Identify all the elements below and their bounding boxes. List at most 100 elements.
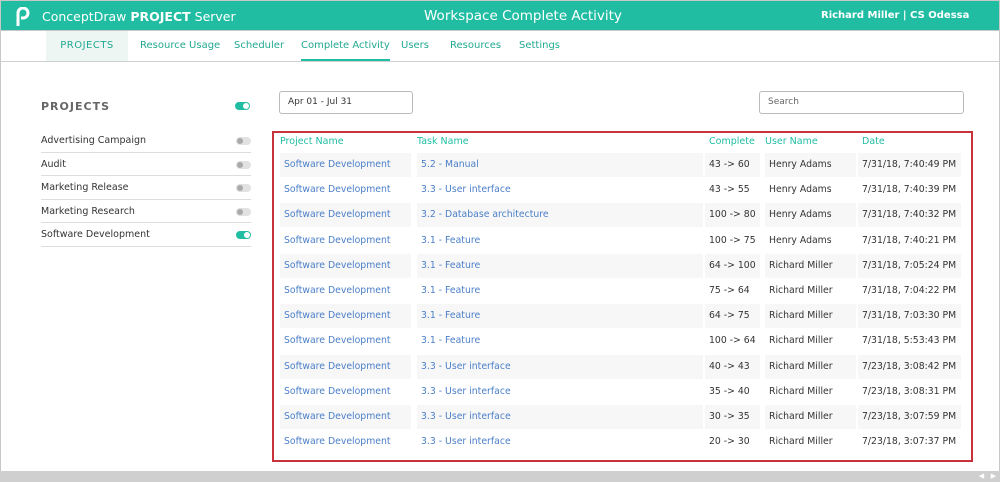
user-name: Richard Miller: [765, 405, 856, 429]
task-link[interactable]: 3.1 - Feature: [417, 253, 703, 278]
all-projects-toggle[interactable]: [235, 102, 250, 110]
project-link[interactable]: Software Development: [280, 153, 411, 177]
project-link[interactable]: Software Development: [280, 178, 411, 202]
complete-value: 40 -> 43: [705, 354, 760, 379]
complete-value: 35 -> 40: [709, 385, 750, 397]
tab-projects[interactable]: PROJECTS: [46, 31, 128, 61]
scroll-right-icon[interactable]: ▶: [988, 472, 999, 481]
project-item[interactable]: Software Development: [41, 223, 251, 247]
complete-value: 30 -> 35: [705, 405, 760, 429]
horizontal-scrollbar[interactable]: [0, 471, 1000, 482]
project-link[interactable]: Software Development: [280, 203, 411, 228]
project-link[interactable]: Software Development: [280, 304, 411, 329]
complete-value: 64 -> 75: [705, 304, 760, 329]
project-link[interactable]: Software Development: [280, 405, 411, 429]
user-name: Richard Miller: [769, 436, 833, 448]
user-info[interactable]: Richard Miller | CS Odessa: [821, 10, 969, 21]
project-toggle[interactable]: [236, 160, 251, 169]
col-user-name[interactable]: User Name: [765, 136, 818, 147]
project-item[interactable]: Marketing Release: [41, 176, 251, 200]
task-link[interactable]: 3.3 - User interface: [417, 405, 703, 429]
scroll-left-icon[interactable]: ◀: [976, 472, 987, 481]
date-range-input[interactable]: Apr 01 - Jul 31: [279, 91, 413, 114]
project-link[interactable]: Software Development: [280, 380, 411, 404]
complete-value: 100 -> 64: [709, 335, 756, 347]
task-link[interactable]: 3.2 - Database architecture: [417, 203, 703, 228]
complete-value: 100 -> 80: [705, 203, 760, 228]
top-bar: ConceptDraw PROJECT Server Workspace Com…: [0, 0, 1000, 31]
tab-scheduler[interactable]: Scheduler: [234, 31, 284, 61]
date-value: 7/31/18, 7:40:49 PM: [858, 153, 961, 177]
task-link[interactable]: 3.1 - Feature: [417, 304, 703, 329]
date-value: 7/31/18, 7:03:30 PM: [858, 304, 961, 329]
table-row: Software Development 3.1 - Feature 75 -> 6…: [280, 279, 963, 303]
tab-users[interactable]: Users: [401, 31, 429, 61]
task-link[interactable]: 3.1 - Feature: [417, 329, 703, 353]
date-value: 7/23/18, 3:08:31 PM: [862, 385, 957, 397]
project-link[interactable]: Software Development: [280, 253, 411, 278]
date-value: 7/31/18, 5:53:43 PM: [862, 335, 957, 347]
project-name: Advertising Campaign: [41, 135, 147, 146]
user-name: Richard Miller: [765, 354, 856, 379]
main-nav: PROJECTS Resource Usage Scheduler Comple…: [0, 31, 1000, 62]
tab-resources[interactable]: Resources: [450, 31, 501, 61]
task-link[interactable]: 3.3 - User interface: [417, 178, 703, 202]
complete-value: 75 -> 64: [709, 285, 750, 296]
table-row: Software Development 3.2 - Database archi…: [280, 203, 963, 228]
complete-value: 20 -> 30: [709, 436, 750, 448]
project-item[interactable]: Advertising Campaign: [41, 129, 251, 153]
table-row: Software Development 3.1 - Feature 64 -> 7…: [280, 304, 963, 329]
task-link[interactable]: 3.3 - User interface: [417, 380, 703, 404]
complete-value: 64 -> 100: [705, 253, 760, 278]
table-row: Software Development 5.2 - Manual 43 -> 60…: [280, 153, 963, 177]
project-name: Software Development: [41, 229, 150, 240]
date-value: 7/23/18, 3:07:59 PM: [858, 405, 961, 429]
task-link[interactable]: 3.1 - Feature: [417, 279, 703, 303]
project-toggle[interactable]: [236, 207, 251, 216]
user-name: Henry Adams: [765, 203, 856, 228]
tab-complete-activity[interactable]: Complete Activity: [301, 31, 390, 61]
task-link[interactable]: 3.3 - User interface: [417, 354, 703, 379]
user-name: Richard Miller: [769, 385, 833, 397]
user-name: Richard Miller: [769, 335, 833, 347]
project-toggle[interactable]: [236, 231, 251, 239]
search-input[interactable]: Search: [759, 91, 964, 114]
table-row: Software Development 3.3 - User interface…: [280, 178, 963, 202]
tab-resource-usage[interactable]: Resource Usage: [140, 31, 220, 61]
date-value: 7/31/18, 7:40:32 PM: [858, 203, 961, 228]
table-row: Software Development 3.1 - Feature 100 -> …: [280, 329, 963, 353]
col-project-name[interactable]: Project Name: [280, 136, 344, 147]
project-link[interactable]: Software Development: [280, 329, 411, 353]
brand-bold: PROJECT: [130, 9, 191, 24]
complete-value: 43 -> 60: [705, 153, 760, 177]
task-link[interactable]: 3.3 - User interface: [417, 430, 703, 454]
table-row: Software Development 3.1 - Feature 100 -> …: [280, 229, 963, 253]
table-row: Software Development 3.1 - Feature 64 -> 1…: [280, 253, 963, 278]
project-link[interactable]: Software Development: [280, 229, 411, 253]
project-toggle[interactable]: [236, 184, 251, 192]
complete-value: 100 -> 75: [709, 234, 756, 246]
table-row: Software Development 3.3 - User interface…: [280, 405, 963, 429]
project-link[interactable]: Software Development: [280, 354, 411, 379]
brand: ConceptDraw PROJECT Server: [42, 9, 236, 24]
tab-settings[interactable]: Settings: [519, 31, 560, 61]
table-row: Software Development 3.3 - User interface…: [280, 380, 963, 404]
task-link[interactable]: 5.2 - Manual: [417, 153, 703, 177]
task-link[interactable]: 3.1 - Feature: [417, 229, 703, 253]
project-name: Marketing Research: [41, 205, 135, 217]
project-item[interactable]: Audit: [41, 153, 251, 176]
project-link[interactable]: Software Development: [280, 430, 411, 454]
project-name: Marketing Release: [41, 182, 129, 193]
conceptdraw-logo-icon: [16, 7, 30, 26]
page-title: Workspace Complete Activity: [424, 8, 622, 24]
project-name: Audit: [41, 158, 66, 170]
col-task-name[interactable]: Task Name: [417, 136, 469, 147]
user-name: Richard Miller: [765, 253, 856, 278]
project-link[interactable]: Software Development: [280, 279, 411, 303]
project-item[interactable]: Marketing Research: [41, 200, 251, 223]
project-toggle[interactable]: [236, 137, 251, 145]
table-row: Software Development 3.3 - User interface…: [280, 430, 963, 454]
user-name: Richard Miller: [765, 304, 856, 329]
col-date[interactable]: Date: [862, 136, 885, 147]
col-complete[interactable]: Complete: [709, 136, 755, 147]
